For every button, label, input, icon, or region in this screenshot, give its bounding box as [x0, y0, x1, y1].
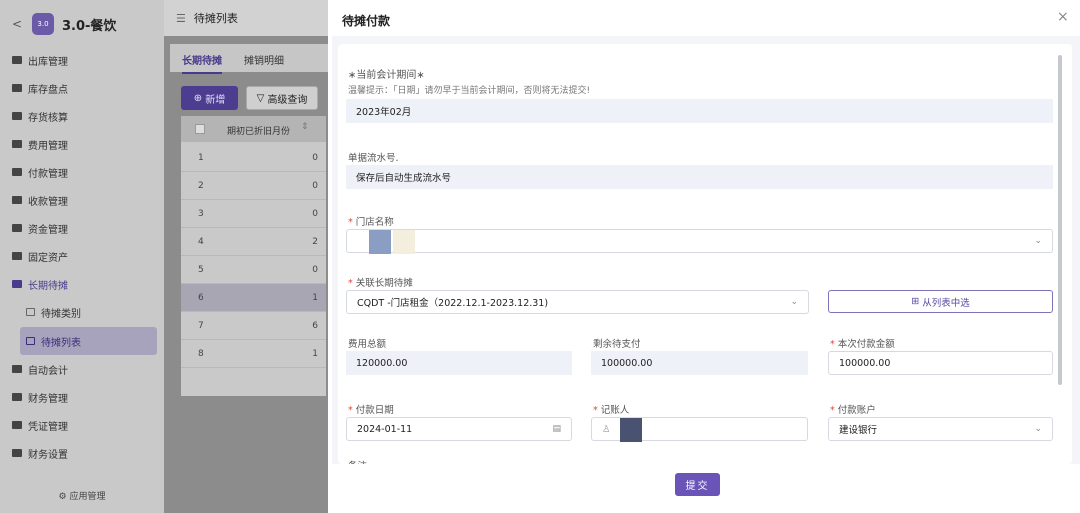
tab-amortization-detail[interactable]: 摊销明细: [244, 52, 284, 67]
sidebar-item-outbound[interactable]: 出库管理: [0, 46, 164, 74]
period-hint: 温馨提示：「日期」请勿早于当前会计期间，否则将无法提交!: [348, 86, 591, 96]
table-row[interactable]: 20: [181, 172, 326, 200]
folder-open-icon: [12, 280, 22, 288]
folder-icon: [12, 393, 22, 401]
data-table: 期初已折旧月份 ⇕ 10 20 30 42 50 61 76 81: [181, 116, 326, 396]
recorder-label: * 记账人: [593, 405, 630, 416]
tab-long-term[interactable]: 长期待摊: [182, 52, 222, 74]
sidebar-item-amortization-list[interactable]: 待摊列表: [20, 327, 157, 355]
new-button[interactable]: ⊕ 新增: [181, 86, 238, 110]
filter-icon: ▽: [256, 92, 268, 104]
advanced-search-button[interactable]: ▽ 高级查询: [246, 86, 318, 110]
sidebar-item-finance[interactable]: 财务管理: [0, 383, 164, 411]
select-all-checkbox[interactable]: [195, 124, 205, 134]
folder-icon: [12, 196, 22, 204]
calendar-icon: ▤: [552, 424, 561, 434]
submit-button[interactable]: 提交: [675, 473, 720, 496]
folder-icon: [12, 140, 22, 148]
pay-amount-input[interactable]: 100000.00: [828, 351, 1053, 375]
modal-title: 待摊付款: [342, 14, 391, 28]
table-header: 期初已折旧月份 ⇕: [181, 116, 326, 142]
menu-fold-icon[interactable]: ☰: [176, 12, 186, 25]
period-field: 2023年02月: [346, 99, 1053, 123]
column-header: 期初已折旧月份: [227, 127, 291, 137]
app-management-link[interactable]: ⚙ 应用管理: [0, 484, 164, 510]
page-header: ☰ 待摊列表: [164, 0, 334, 36]
app-logo: 3.0: [32, 13, 54, 35]
table-row[interactable]: 81: [181, 340, 326, 368]
back-icon[interactable]: <: [12, 17, 24, 31]
sidebar-item-long-term-amortization[interactable]: 长期待摊: [0, 270, 164, 298]
list-icon: [26, 308, 35, 316]
folder-icon: [12, 84, 22, 92]
table-row[interactable]: 76: [181, 312, 326, 340]
link-label: * 关联长期待摊: [348, 278, 413, 289]
notes-label: 备注: [348, 458, 367, 464]
redacted-block: [369, 230, 391, 254]
chevron-down-icon: ⌄: [790, 297, 798, 307]
sidebar-item-fixed-assets[interactable]: 固定资产: [0, 242, 164, 270]
folder-icon: [12, 56, 22, 64]
pay-date-picker[interactable]: 2024-01-11 ▤: [346, 417, 572, 441]
sidebar-item-receipt[interactable]: 收款管理: [0, 186, 164, 214]
gear-icon: ⚙: [58, 492, 70, 502]
chevron-down-icon: ⌄: [1034, 236, 1042, 246]
user-icon: ♙: [602, 423, 611, 435]
sidebar-item-payment[interactable]: 付款管理: [0, 158, 164, 186]
folder-icon: [12, 252, 22, 260]
sidebar-item-voucher[interactable]: 凭证管理: [0, 411, 164, 439]
store-select[interactable]: ⌄: [346, 229, 1053, 254]
table-row[interactable]: 10: [181, 144, 326, 172]
linked-amortization-select[interactable]: CQDT -门店租金（2022.12.1-2023.12.31) ⌄: [346, 290, 809, 314]
pay-date-label: * 付款日期: [348, 405, 394, 416]
sidebar-item-inventory-count[interactable]: 库存盘点: [0, 74, 164, 102]
folder-icon: [12, 224, 22, 232]
serial-field: 保存后自动生成流水号: [346, 165, 1053, 189]
folder-icon: [12, 112, 22, 120]
sidebar-item-auto-accounting[interactable]: 自动会计: [0, 355, 164, 383]
sidebar-item-finance-settings[interactable]: 财务设置: [0, 439, 164, 467]
table-row[interactable]: 42: [181, 228, 326, 256]
sidebar-item-funds[interactable]: 资金管理: [0, 214, 164, 242]
sidebar-item-expense[interactable]: 费用管理: [0, 130, 164, 158]
account-select[interactable]: 建设银行 ⌄: [828, 417, 1053, 441]
table-row[interactable]: 30: [181, 200, 326, 228]
folder-icon: [12, 168, 22, 176]
total-label: 费用总额: [348, 339, 387, 350]
account-label: * 付款账户: [830, 405, 876, 416]
table-row[interactable]: 61: [181, 284, 326, 312]
page-title: 待摊列表: [193, 12, 238, 25]
grid-icon: ⊞: [911, 296, 923, 307]
store-label: * 门店名称: [348, 217, 394, 228]
folder-icon: [12, 365, 22, 373]
remain-label: 剩余待支付: [593, 339, 641, 350]
redacted-block: [393, 230, 415, 254]
recorder-select[interactable]: ♙: [591, 417, 808, 442]
folder-icon: [12, 421, 22, 429]
plus-circle-icon: ⊕: [193, 92, 206, 104]
chevron-down-icon: ⌄: [1034, 424, 1042, 434]
folder-icon: [12, 449, 22, 457]
scrollbar[interactable]: [1058, 55, 1062, 385]
close-icon[interactable]: ×: [1057, 9, 1069, 25]
serial-label: 单据流水号.: [348, 153, 399, 164]
list-icon: [26, 337, 35, 345]
table-row[interactable]: 50: [181, 256, 326, 284]
sidebar-item-stock-accounting[interactable]: 存货核算: [0, 102, 164, 130]
select-from-list-button[interactable]: ⊞ 从列表中选: [828, 290, 1053, 313]
page-tabs: 长期待摊 摊销明细: [170, 44, 330, 74]
remain-field: 100000.00: [591, 351, 808, 375]
total-field: 120000.00: [346, 351, 572, 375]
sort-icon[interactable]: ⇕: [301, 122, 309, 132]
sidebar-header: < 3.0 3.0-餐饮: [0, 0, 164, 48]
pay-amount-label: * 本次付款金额: [830, 339, 895, 350]
sidebar-item-amortization-category[interactable]: 待摊类别: [0, 298, 164, 326]
period-label: ∗当前会计期间∗: [348, 70, 425, 81]
app-title: 3.0-餐饮: [62, 18, 117, 34]
redacted-block: [620, 418, 642, 442]
